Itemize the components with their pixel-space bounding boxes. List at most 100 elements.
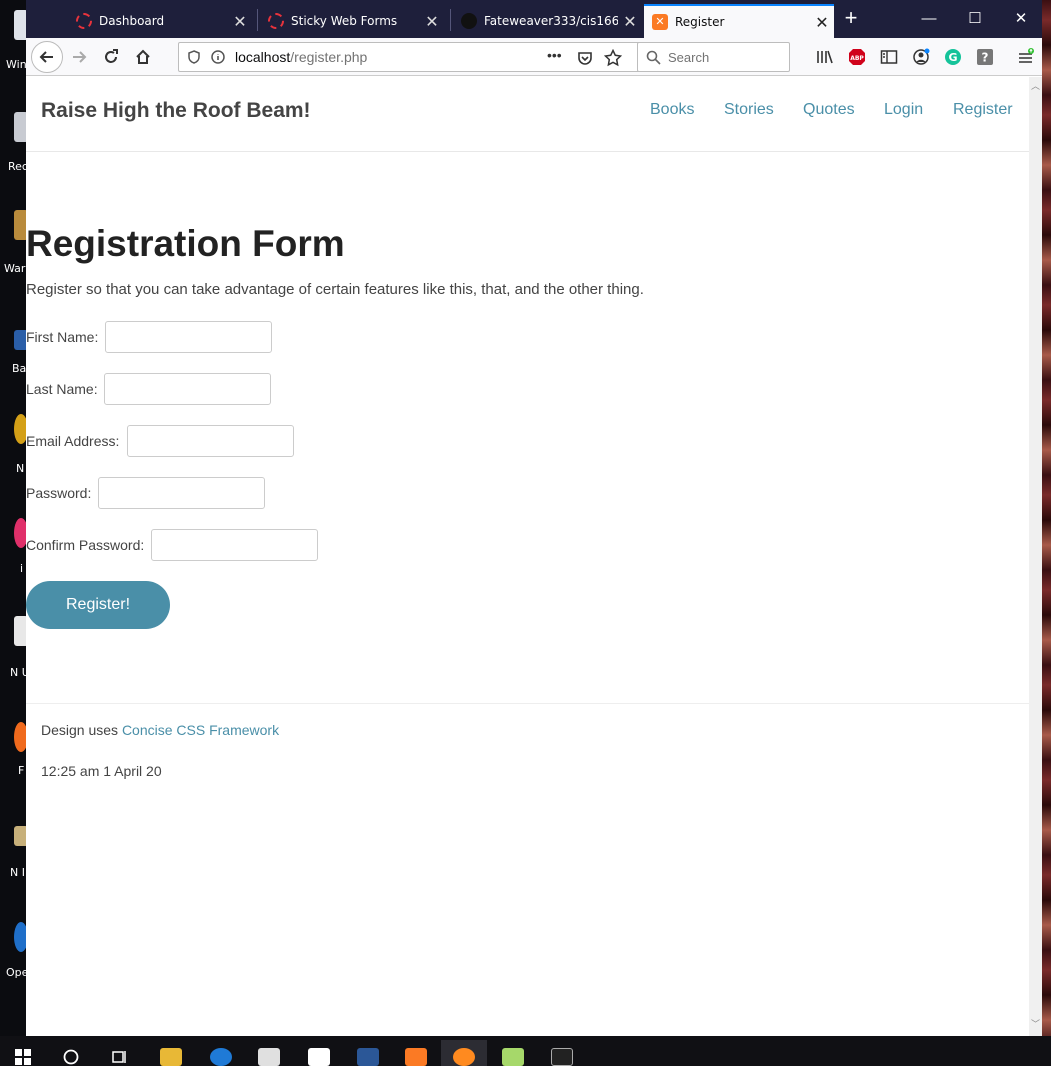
tab-sticky-web-forms[interactable]: Sticky Web Forms ✕ bbox=[258, 4, 444, 38]
email-input[interactable] bbox=[127, 425, 294, 457]
minimize-button[interactable]: — bbox=[906, 8, 952, 30]
edge-icon bbox=[210, 1048, 232, 1066]
last-name-input[interactable] bbox=[104, 373, 271, 405]
first-name-label: First Name: bbox=[26, 329, 99, 345]
desktop-shortcut-icon[interactable]: N S bbox=[12, 414, 26, 475]
confirm-password-input[interactable] bbox=[151, 529, 318, 561]
browser-window: Dashboard ✕ Sticky Web Forms ✕ Fateweave… bbox=[26, 0, 1042, 1036]
last-name-label: Last Name: bbox=[26, 381, 98, 397]
back-button[interactable] bbox=[31, 41, 63, 73]
taskbar-search-button[interactable] bbox=[48, 1040, 94, 1066]
nav-link-books[interactable]: Books bbox=[650, 101, 694, 119]
reader-sidebar-icon[interactable] bbox=[879, 47, 899, 67]
password-label: Password: bbox=[26, 485, 92, 501]
shield-icon bbox=[188, 50, 200, 64]
forward-button[interactable] bbox=[64, 42, 94, 72]
search-placeholder: Search bbox=[668, 49, 710, 65]
footer-prefix: Design uses bbox=[41, 722, 122, 738]
recycle-bin-icon[interactable]: Rec bbox=[8, 112, 26, 173]
info-icon[interactable] bbox=[211, 50, 225, 64]
desktop-shortcut-icon[interactable]: N Uti bbox=[10, 616, 26, 679]
desktop-shortcut-icon[interactable]: Ba bbox=[12, 330, 26, 375]
email-label: Email Address: bbox=[26, 433, 120, 449]
taskbar-file-explorer[interactable] bbox=[148, 1040, 194, 1066]
url-host: localhost bbox=[235, 49, 291, 65]
firefox-icon bbox=[453, 1048, 475, 1066]
account-icon[interactable] bbox=[911, 47, 931, 67]
form-description: Register so that you can take advantage … bbox=[26, 281, 644, 298]
task-view-button[interactable] bbox=[96, 1040, 142, 1066]
desktop-icon[interactable]: War 40,0 bbox=[4, 210, 26, 275]
footer-credit: Design uses Concise CSS Framework bbox=[41, 722, 279, 738]
taskbar-edge[interactable] bbox=[198, 1040, 244, 1066]
password-input[interactable] bbox=[98, 477, 265, 509]
taskbar-terminal[interactable] bbox=[539, 1040, 585, 1066]
vertical-scrollbar[interactable]: ︿ ﹀ bbox=[1029, 77, 1042, 1036]
scroll-down-icon[interactable]: ﹀ bbox=[1031, 1017, 1040, 1030]
taskbar-firefox[interactable] bbox=[441, 1040, 487, 1066]
sticky-favicon-icon bbox=[268, 13, 284, 29]
word-icon bbox=[357, 1048, 379, 1066]
search-input[interactable]: Search bbox=[637, 42, 790, 72]
url-bar[interactable]: localhost/register.php ••• bbox=[178, 42, 652, 72]
taskbar-mail[interactable] bbox=[296, 1040, 342, 1066]
nav-link-login[interactable]: Login bbox=[884, 101, 923, 119]
back-arrow-icon bbox=[39, 51, 53, 63]
confirm-password-label: Confirm Password: bbox=[26, 537, 145, 553]
xampp-icon bbox=[405, 1048, 427, 1066]
scroll-up-icon[interactable]: ︿ bbox=[1031, 79, 1040, 92]
nav-link-register[interactable]: Register bbox=[953, 101, 1013, 119]
desktop-shortcut-icon[interactable]: N Ins bbox=[10, 826, 26, 879]
taskbar-store[interactable] bbox=[246, 1040, 292, 1066]
pocket-icon[interactable] bbox=[577, 50, 593, 66]
library-icon[interactable] bbox=[815, 47, 835, 67]
desktop-shortcut-icon[interactable]: i bbox=[12, 518, 26, 575]
reload-icon bbox=[105, 49, 118, 63]
menu-icon[interactable] bbox=[1016, 47, 1036, 67]
forward-arrow-icon bbox=[73, 51, 87, 63]
desktop-shortcut-icon[interactable]: F bbox=[12, 722, 26, 777]
page-actions-icon[interactable]: ••• bbox=[547, 47, 562, 63]
dashboard-favicon-icon bbox=[76, 13, 92, 29]
framework-link[interactable]: Concise CSS Framework bbox=[122, 722, 279, 738]
maximize-button[interactable]: ☐ bbox=[952, 8, 998, 30]
tab-register[interactable]: ✕ Register ✕ bbox=[644, 4, 834, 38]
desktop-icon[interactable]: Win bbox=[6, 10, 26, 71]
cortana-search-icon bbox=[63, 1049, 79, 1065]
adblock-icon[interactable]: ABP bbox=[847, 47, 867, 67]
register-button[interactable]: Register! bbox=[26, 581, 170, 629]
taskbar-word[interactable] bbox=[345, 1040, 391, 1066]
github-favicon-icon bbox=[461, 13, 477, 29]
help-extension-icon[interactable]: ? bbox=[975, 47, 995, 67]
tab-dashboard[interactable]: Dashboard ✕ bbox=[66, 4, 252, 38]
first-name-input[interactable] bbox=[105, 321, 272, 353]
desktop-shortcut-icon[interactable]: Ope bbox=[6, 922, 26, 979]
close-tab-icon[interactable]: ✕ bbox=[420, 12, 444, 31]
svg-text:?: ? bbox=[982, 51, 989, 65]
reload-button[interactable] bbox=[96, 42, 126, 72]
nav-link-stories[interactable]: Stories bbox=[724, 101, 774, 119]
new-tab-button[interactable]: + bbox=[841, 7, 861, 31]
footer-timestamp: 12:25 am 1 April 20 bbox=[41, 763, 162, 779]
windows-logo-icon bbox=[15, 1049, 31, 1065]
search-icon bbox=[646, 50, 661, 65]
taskbar-notepad[interactable] bbox=[490, 1040, 536, 1066]
bookmark-star-icon[interactable] bbox=[604, 49, 622, 67]
mail-icon bbox=[308, 1048, 330, 1066]
taskbar-xampp[interactable] bbox=[393, 1040, 439, 1066]
grammarly-icon[interactable]: G bbox=[943, 47, 963, 67]
tab-strip: Dashboard ✕ Sticky Web Forms ✕ Fateweave… bbox=[26, 0, 1042, 38]
nav-link-quotes[interactable]: Quotes bbox=[803, 101, 855, 119]
svg-text:ABP: ABP bbox=[850, 55, 864, 62]
close-tab-icon[interactable]: ✕ bbox=[618, 12, 642, 31]
start-button[interactable] bbox=[0, 1040, 46, 1066]
site-brand[interactable]: Raise High the Roof Beam! bbox=[41, 99, 311, 123]
taskbar bbox=[0, 1036, 1051, 1066]
close-tab-icon[interactable]: ✕ bbox=[810, 13, 834, 32]
page-content: Raise High the Roof Beam! Books Stories … bbox=[26, 77, 1029, 1036]
close-tab-icon[interactable]: ✕ bbox=[228, 12, 252, 31]
tab-github[interactable]: Fateweaver333/cis166: St ✕ bbox=[451, 4, 642, 38]
home-button[interactable] bbox=[128, 42, 158, 72]
close-window-button[interactable]: ✕ bbox=[998, 8, 1044, 30]
folder-icon bbox=[160, 1048, 182, 1066]
